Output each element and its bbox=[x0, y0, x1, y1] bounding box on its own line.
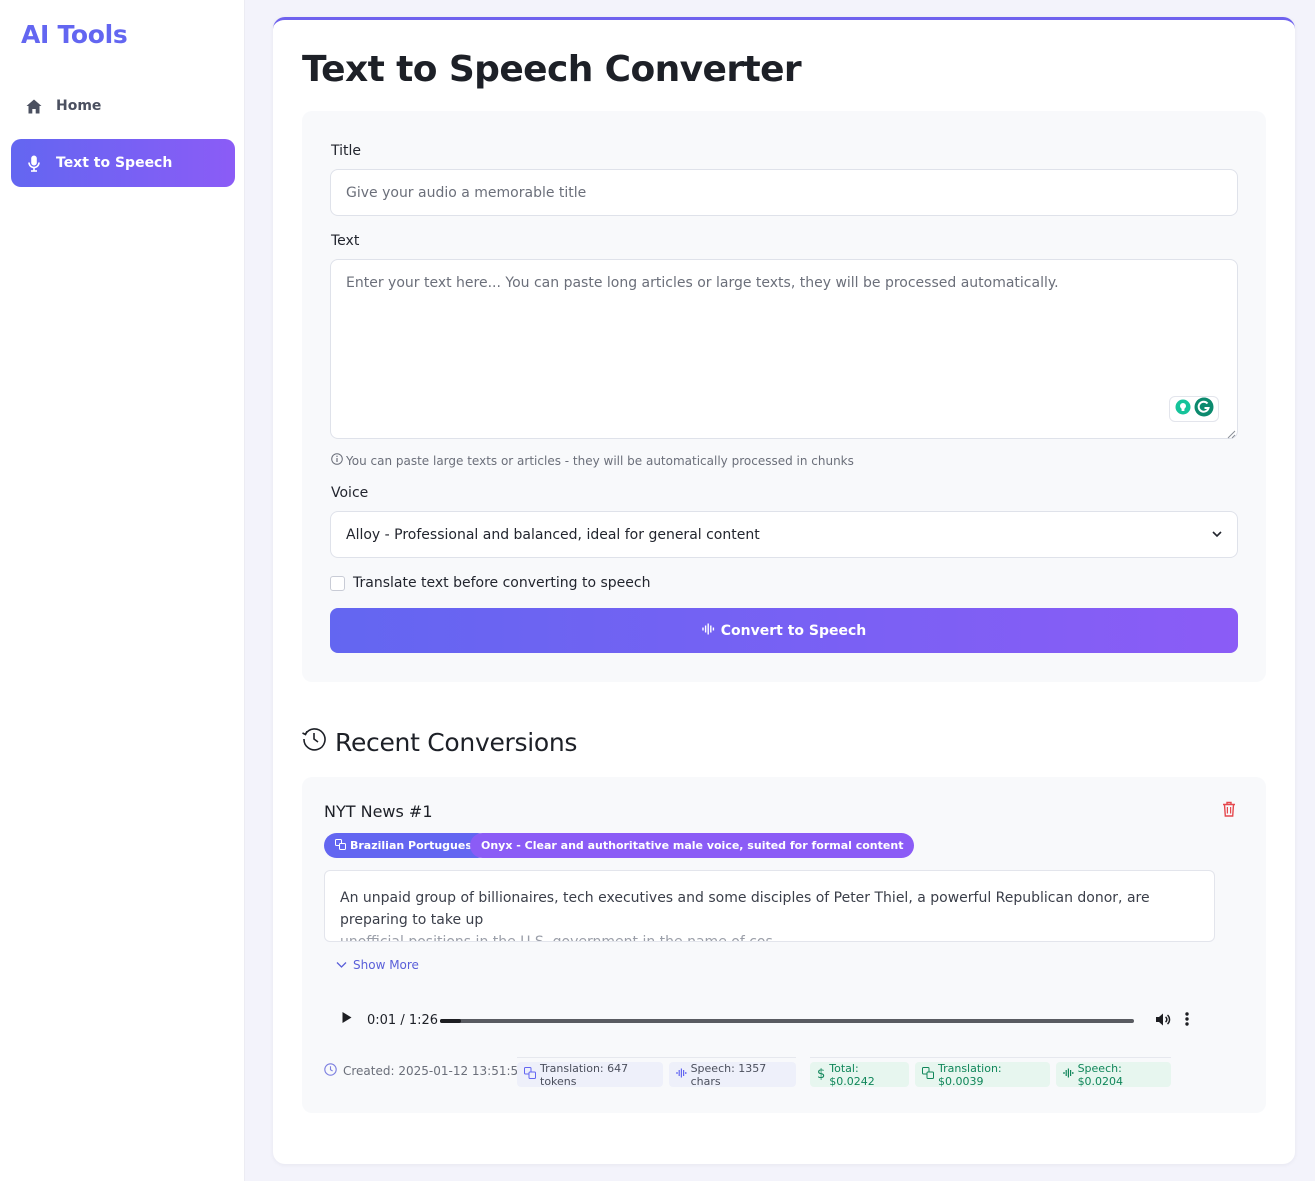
audio-player: 0:01 / 1:26 bbox=[324, 998, 1215, 1042]
grammarly-widget[interactable] bbox=[1169, 396, 1219, 422]
translate-option: Translate text before converting to spee… bbox=[330, 575, 650, 591]
convert-button[interactable]: Convert to Speech bbox=[330, 608, 1238, 653]
resize-handle-icon[interactable] bbox=[1226, 426, 1236, 439]
recent-conversions-heading: Recent Conversions bbox=[301, 726, 577, 758]
speech-chars-chip: Speech: 1357 chars bbox=[668, 1061, 796, 1088]
text-placeholder: Enter your text here... You can paste lo… bbox=[346, 275, 1059, 291]
translate-label: Translate text before converting to spee… bbox=[353, 575, 651, 591]
chunk-hint: You can paste large texts or articles - … bbox=[331, 453, 854, 468]
voice-badge: Onyx - Clear and authoritative male voic… bbox=[470, 833, 915, 858]
audio-progress-bar[interactable] bbox=[440, 1019, 1134, 1023]
sidebar-item-home[interactable]: Home bbox=[11, 82, 235, 130]
conversion-excerpt: An unpaid group of billionaires, tech ex… bbox=[324, 870, 1215, 942]
chevron-down-icon bbox=[336, 958, 347, 972]
sidebar-item-text-to-speech[interactable]: Text to Speech bbox=[11, 139, 235, 187]
waveform-icon bbox=[1062, 1068, 1074, 1081]
page-title: Text to Speech Converter bbox=[302, 49, 802, 90]
language-label: Brazilian Portuguese bbox=[350, 839, 480, 852]
voice-selected-value: Alloy - Professional and balanced, ideal… bbox=[346, 526, 760, 543]
excerpt-line-2: unofficial positions in the U.S. governm… bbox=[340, 934, 787, 942]
voice-label: Voice bbox=[331, 485, 369, 501]
excerpt-line-1: An unpaid group of billionaires, tech ex… bbox=[340, 890, 1150, 928]
voice-badge-label: Onyx - Clear and authoritative male voic… bbox=[481, 839, 904, 852]
convert-label: Convert to Speech bbox=[720, 622, 867, 639]
translate-icon bbox=[335, 838, 346, 853]
usage-stats: Translation: 647 tokens Speech: 1357 cha… bbox=[517, 1057, 796, 1091]
audio-progress-fill bbox=[440, 1019, 461, 1023]
sidebar-item-label: Text to Speech bbox=[56, 155, 173, 171]
speech-chars-text: Speech: 1357 chars bbox=[690, 1061, 767, 1088]
language-badge: Brazilian Portuguese bbox=[324, 833, 491, 858]
conversion-title: NYT News #1 bbox=[324, 802, 433, 821]
play-icon[interactable] bbox=[341, 1011, 353, 1029]
speech-cost-chip: Speech: $0.0204 bbox=[1055, 1061, 1171, 1088]
dollar-icon: $ bbox=[817, 1067, 826, 1082]
show-more-label: Show More bbox=[353, 958, 419, 972]
microphone-icon bbox=[24, 155, 44, 172]
brand-logo[interactable]: AI Tools bbox=[21, 20, 128, 49]
translate-icon bbox=[921, 1067, 934, 1082]
home-icon bbox=[24, 99, 44, 114]
hint-text: You can paste large texts or articles - … bbox=[346, 453, 854, 468]
translate-icon bbox=[524, 1067, 536, 1082]
cost-stats: $ Total: $0.0242 Translation: $0.0039 Sp… bbox=[810, 1057, 1171, 1091]
created-timestamp: Created: 2025-01-12 13:51:58 bbox=[324, 1063, 526, 1079]
created-text: Created: 2025-01-12 13:51:58 bbox=[343, 1064, 526, 1078]
translation-cost-chip: Translation: $0.0039 bbox=[914, 1061, 1050, 1088]
voice-select[interactable]: Alloy - Professional and balanced, ideal… bbox=[330, 511, 1238, 558]
translation-tokens-text: Translation: 647 tokens bbox=[540, 1061, 629, 1088]
delete-trash-icon[interactable] bbox=[1222, 801, 1236, 822]
more-options-icon[interactable] bbox=[1184, 1011, 1190, 1032]
title-placeholder: Give your audio a memorable title bbox=[346, 184, 587, 201]
recent-heading-text: Recent Conversions bbox=[335, 727, 578, 757]
translation-cost-text: Translation: $0.0039 bbox=[937, 1061, 1002, 1088]
lightbulb-icon bbox=[1175, 399, 1191, 420]
sidebar-item-label: Home bbox=[56, 98, 102, 114]
text-label: Text bbox=[331, 233, 360, 249]
total-cost-chip: $ Total: $0.0242 bbox=[810, 1061, 909, 1088]
grammarly-icon bbox=[1194, 397, 1214, 422]
info-icon bbox=[331, 453, 343, 468]
text-input[interactable]: Enter your text here... You can paste lo… bbox=[330, 259, 1238, 439]
waveform-icon bbox=[702, 623, 715, 639]
title-label: Title bbox=[331, 143, 362, 159]
translate-checkbox[interactable] bbox=[330, 575, 345, 591]
audio-time: 0:01 / 1:26 bbox=[367, 1012, 439, 1028]
volume-icon[interactable] bbox=[1155, 1012, 1171, 1032]
history-clock-icon bbox=[301, 726, 327, 758]
clock-icon bbox=[324, 1063, 337, 1079]
translation-tokens-chip: Translation: 647 tokens bbox=[517, 1061, 663, 1088]
title-input[interactable]: Give your audio a memorable title bbox=[330, 169, 1238, 216]
show-more-button[interactable]: Show More bbox=[336, 958, 419, 972]
speech-cost-text: Speech: $0.0204 bbox=[1077, 1061, 1124, 1088]
total-cost-text: Total: $0.0242 bbox=[829, 1061, 875, 1088]
sidebar: AI Tools Home Text to Speech bbox=[0, 0, 245, 1181]
waveform-icon bbox=[675, 1068, 687, 1081]
chevron-down-icon bbox=[1211, 528, 1223, 544]
